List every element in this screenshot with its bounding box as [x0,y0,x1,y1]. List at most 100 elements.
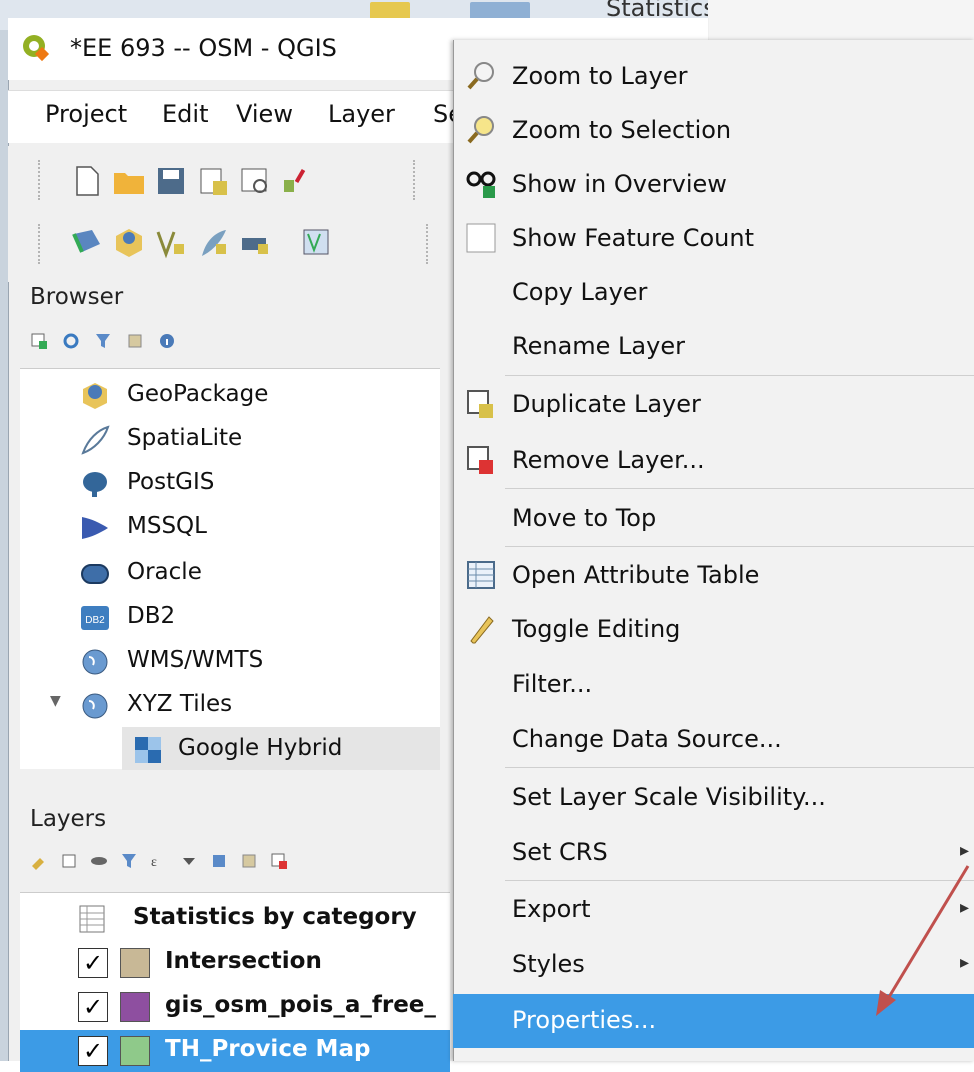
menu-item-label: Show Feature Count [512,224,754,252]
qgis-logo-icon [23,35,50,62]
browser-item-mssql[interactable]: MSSQL [127,513,207,539]
menu-separator [505,546,974,547]
layer-row[interactable]: ✓ Intersection [20,942,450,984]
menu-item-duplicate-layer[interactable]: Duplicate Layer [453,378,974,432]
browser-item-xyz-tiles[interactable]: XYZ Tiles [127,691,232,717]
layer-visibility-checkbox[interactable]: ✓ [78,1036,108,1066]
layout-manager-icon[interactable] [238,164,272,198]
panel-splitter[interactable] [20,770,440,796]
menu-item-move-to-top[interactable]: Move to Top [453,492,974,546]
menu-view[interactable]: View [236,100,293,128]
tile-icon [135,737,161,763]
menu-item-show-in-overview[interactable]: Show in Overview [453,158,974,212]
layer-color-swatch [120,992,150,1022]
feather-icon [81,425,110,455]
refresh-icon[interactable] [62,332,80,350]
remove-layer-icon [467,446,493,474]
menu-item-remove-layer[interactable]: Remove Layer... [453,434,974,488]
add-mesh-icon[interactable] [238,226,272,260]
duplicate-layer-icon [467,390,493,418]
toolbar-grip[interactable] [413,160,421,200]
globe-icon [82,693,108,719]
menu-project[interactable]: Project [45,100,127,128]
collapse-all-icon[interactable] [240,852,258,870]
add-spatialite-icon[interactable] [196,226,230,260]
layer-row[interactable]: ✓ gis_osm_pois_a_free_ [20,986,450,1028]
add-group-icon[interactable] [60,852,78,870]
table-icon [79,905,105,933]
expression-filter-icon[interactable]: ε [150,852,168,870]
chevron-down-icon[interactable] [180,852,198,870]
browser-item-google-hybrid[interactable]: Google Hybrid [178,735,342,761]
toolbar-grip[interactable] [38,160,46,200]
menu-item-rename-layer[interactable]: Rename Layer [453,320,974,374]
menu-layer[interactable]: Layer [328,100,395,128]
checkbox-icon[interactable] [465,222,497,254]
remove-layer-icon[interactable] [270,852,288,870]
menu-item-label: Move to Top [512,504,657,532]
menu-item-label: Open Attribute Table [512,561,760,589]
menu-item-change-data-source[interactable]: Change Data Source... [453,713,974,767]
menu-item-copy-layer[interactable]: Copy Layer [453,266,974,320]
browser-item-oracle[interactable]: Oracle [127,559,202,585]
browser-item-spatialite[interactable]: SpatiaLite [127,425,242,451]
menu-item-label: Styles [512,950,585,978]
add-selected-icon[interactable] [30,332,48,350]
menu-item-open-attribute-table[interactable]: Open Attribute Table [453,549,974,603]
style-icon[interactable] [30,852,48,870]
expand-all-icon[interactable] [210,852,228,870]
layer-color-swatch [120,1036,150,1066]
menu-item-label: Zoom to Selection [512,116,732,144]
layer-visibility-checkbox[interactable]: ✓ [78,992,108,1022]
menu-item-toggle-editing[interactable]: Toggle Editing [453,603,974,657]
menu-item-zoom-to-selection[interactable]: Zoom to Selection [453,104,974,158]
menu-item-label: Zoom to Layer [512,62,688,90]
menu-item-label: Remove Layer... [512,446,705,474]
db2-icon: DB2 [81,606,109,630]
visibility-icon[interactable] [90,852,108,870]
toolbar-grip[interactable] [426,224,434,264]
menu-item-label: Change Data Source... [512,725,782,753]
layer-visibility-checkbox[interactable]: ✓ [78,948,108,978]
style-manager-icon[interactable] [280,164,314,198]
elephant-icon [83,472,107,497]
browser-item-db2[interactable]: DB2 [127,603,175,629]
collapse-all-icon[interactable] [126,332,144,350]
menu-item-label: Toggle Editing [512,615,681,643]
menu-item-label: Copy Layer [512,278,648,306]
new-shapefile-icon[interactable] [300,226,334,260]
menu-separator [505,375,974,376]
filter-icon[interactable] [94,332,112,350]
menu-item-label: Set CRS [512,838,608,866]
expand-arrow-icon[interactable]: ▼ [50,693,61,709]
browser-panel-title: Browser [30,284,124,310]
toolbar-grip[interactable] [38,224,46,264]
menu-item-filter[interactable]: Filter... [453,658,974,712]
menu-item-zoom-to-layer[interactable]: Zoom to Layer [453,50,974,104]
browser-item-geopackage[interactable]: GeoPackage [127,381,268,407]
menu-item-label: Duplicate Layer [512,390,701,418]
layers-panel-title: Layers [30,806,107,832]
layer-row-selected[interactable]: ✓ TH_Provice Map [20,1030,450,1072]
browser-item-wms[interactable]: WMS/WMTS [127,647,263,673]
filter-icon[interactable] [120,852,138,870]
new-project-icon[interactable] [70,164,104,198]
add-geopackage-icon[interactable] [112,226,146,260]
open-folder-icon[interactable] [112,164,146,198]
mssql-icon [82,517,108,539]
menu-edit[interactable]: Edit [162,100,208,128]
new-print-layout-icon[interactable] [196,164,230,198]
submenu-arrow-icon: ▸ [960,840,970,861]
annotation-arrow-icon [876,865,970,1016]
browser-item-postgis[interactable]: PostGIS [127,469,214,495]
add-raster-icon[interactable] [70,226,104,260]
menu-item-label: Rename Layer [512,332,685,360]
menu-item-show-feature-count[interactable]: Show Feature Count [453,212,974,266]
add-delimited-text-icon[interactable] [154,226,188,260]
layer-row[interactable]: Statistics by category [20,898,450,940]
menu-item-label: Properties... [512,1006,657,1034]
save-icon[interactable] [154,164,188,198]
info-icon[interactable] [158,332,176,350]
menu-item-set-layer-scale-visibility[interactable]: Set Layer Scale Visibility... [453,771,974,825]
menu-item-label: Filter... [512,670,593,698]
